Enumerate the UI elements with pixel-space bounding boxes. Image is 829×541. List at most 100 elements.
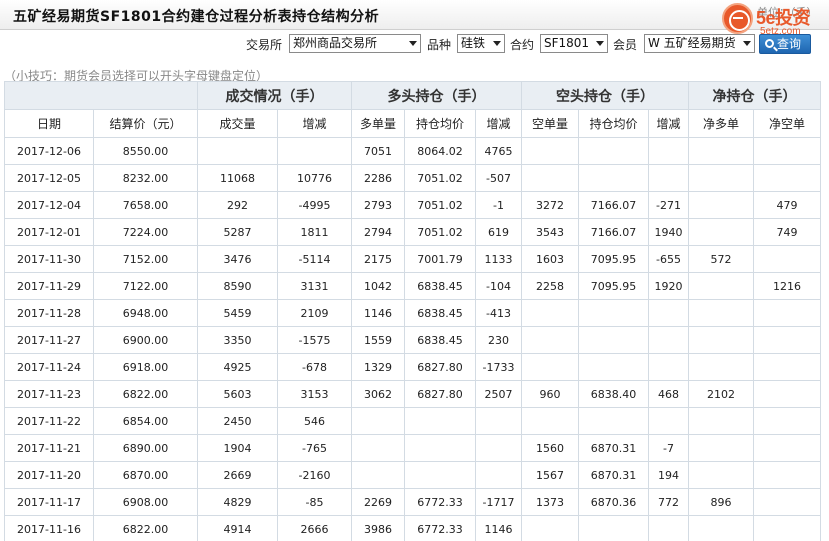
table-cell: 749 xyxy=(753,218,821,246)
page-title: 五矿经易期货SF1801合约建仓过程分析表持仓结构分析 xyxy=(13,9,380,25)
table-row: 2017-11-24 6918.00 4925 -678 1329 6827.80 -173… xyxy=(4,353,821,381)
column-header[interactable]: 成交量 xyxy=(197,109,278,138)
table-cell xyxy=(688,137,754,165)
table-cell: 6870.31 xyxy=(578,461,649,489)
query-button[interactable]: 查询 xyxy=(759,34,811,54)
table-cell: 2017-11-17 xyxy=(4,488,94,516)
table-cell: 1560 xyxy=(521,434,579,462)
column-header[interactable]: 净多单 xyxy=(688,109,754,138)
table-cell: 7166.07 xyxy=(578,191,649,219)
table-cell xyxy=(521,326,579,354)
table-cell: 6838.45 xyxy=(404,299,476,327)
table-cell: 3350 xyxy=(197,326,278,354)
member-select[interactable]: W 五矿经易期货 xyxy=(644,34,755,53)
table-cell: 2017-11-23 xyxy=(4,380,94,408)
column-header-row: 日期 结算价（元） 成交量 增减 多单量 持仓均价 增减 空单量 持仓均价 增减… xyxy=(4,109,821,138)
table-cell xyxy=(404,407,476,435)
column-header[interactable]: 增减 xyxy=(277,109,352,138)
contract-select[interactable]: SF1801 xyxy=(540,34,608,53)
table-cell xyxy=(578,299,649,327)
table-cell: 1940 xyxy=(648,218,689,246)
table-cell: 7095.95 xyxy=(578,245,649,273)
table-cell xyxy=(475,434,522,462)
table-cell: 3272 xyxy=(521,191,579,219)
table-cell xyxy=(753,515,821,541)
table-cell: 479 xyxy=(753,191,821,219)
column-header[interactable]: 持仓均价 xyxy=(578,109,649,138)
table-cell: 2258 xyxy=(521,272,579,300)
table-cell: 1559 xyxy=(351,326,405,354)
table-cell: 7166.07 xyxy=(578,218,649,246)
variety-select[interactable]: 硅铁 xyxy=(457,34,505,53)
column-header[interactable]: 持仓均价 xyxy=(404,109,476,138)
table-cell xyxy=(578,353,649,381)
table-cell: -1733 xyxy=(475,353,522,381)
table-cell xyxy=(648,137,689,165)
table-row: 2017-12-05 8232.00 11068 10776 2286 7051.02 -5… xyxy=(4,164,821,192)
table-cell: 6918.00 xyxy=(93,353,198,381)
column-header[interactable]: 增减 xyxy=(648,109,689,138)
table-cell: 5459 xyxy=(197,299,278,327)
table-cell xyxy=(521,515,579,541)
table-cell: 6822.00 xyxy=(93,515,198,541)
group-header-volume: 成交情况（手） xyxy=(197,81,352,110)
table-cell: -4995 xyxy=(277,191,352,219)
table-cell: 896 xyxy=(688,488,754,516)
table-cell: 2017-11-20 xyxy=(4,461,94,489)
table-cell: 3543 xyxy=(521,218,579,246)
table-cell xyxy=(688,326,754,354)
column-header[interactable]: 结算价（元） xyxy=(93,109,198,138)
column-header[interactable]: 多单量 xyxy=(351,109,405,138)
column-header[interactable]: 增减 xyxy=(475,109,522,138)
column-header[interactable]: 日期 xyxy=(4,109,94,138)
table-cell: 2017-12-01 xyxy=(4,218,94,246)
table-cell: 3131 xyxy=(277,272,352,300)
table-cell xyxy=(578,326,649,354)
column-header[interactable]: 空单量 xyxy=(521,109,579,138)
table-cell: 1133 xyxy=(475,245,522,273)
table-cell: 6838.45 xyxy=(404,326,476,354)
table-cell: -85 xyxy=(277,488,352,516)
table-cell: 2017-12-05 xyxy=(4,164,94,192)
table-cell: 6838.45 xyxy=(404,272,476,300)
column-header[interactable]: 净空单 xyxy=(753,109,821,138)
table-cell: 2017-12-04 xyxy=(4,191,94,219)
table-cell: 4829 xyxy=(197,488,278,516)
chevron-down-icon xyxy=(409,41,417,46)
table-cell: 1146 xyxy=(351,299,405,327)
table-cell: 1603 xyxy=(521,245,579,273)
table-cell xyxy=(688,191,754,219)
table-cell xyxy=(475,461,522,489)
table-cell: -413 xyxy=(475,299,522,327)
table-cell: 7658.00 xyxy=(93,191,198,219)
table-cell: 2017-12-06 xyxy=(4,137,94,165)
table-cell: 6827.80 xyxy=(404,353,476,381)
table-cell xyxy=(404,461,476,489)
variety-label: 品种 xyxy=(427,38,452,52)
table-cell: 2450 xyxy=(197,407,278,435)
table-cell: 6772.33 xyxy=(404,515,476,541)
table-cell xyxy=(688,434,754,462)
table-cell: 3062 xyxy=(351,380,405,408)
table-row: 2017-11-28 6948.00 5459 2109 1146 6838.45 -413 xyxy=(4,299,821,327)
table-cell: 468 xyxy=(648,380,689,408)
table-cell: 8550.00 xyxy=(93,137,198,165)
table-cell: 2102 xyxy=(688,380,754,408)
table-cell: 2669 xyxy=(197,461,278,489)
table-cell: -655 xyxy=(648,245,689,273)
table-cell xyxy=(753,407,821,435)
search-icon xyxy=(765,39,774,48)
table-cell xyxy=(648,299,689,327)
table-cell xyxy=(688,218,754,246)
table-cell xyxy=(521,299,579,327)
table-cell xyxy=(648,407,689,435)
table-cell xyxy=(578,137,649,165)
table-cell xyxy=(521,353,579,381)
table-cell: 2175 xyxy=(351,245,405,273)
exchange-select[interactable]: 郑州商品交易所 xyxy=(289,34,421,53)
table-cell: 1811 xyxy=(277,218,352,246)
table-cell: 1373 xyxy=(521,488,579,516)
table-cell xyxy=(753,434,821,462)
group-header-short: 空头持仓（手） xyxy=(521,81,689,110)
table-cell: 7122.00 xyxy=(93,272,198,300)
